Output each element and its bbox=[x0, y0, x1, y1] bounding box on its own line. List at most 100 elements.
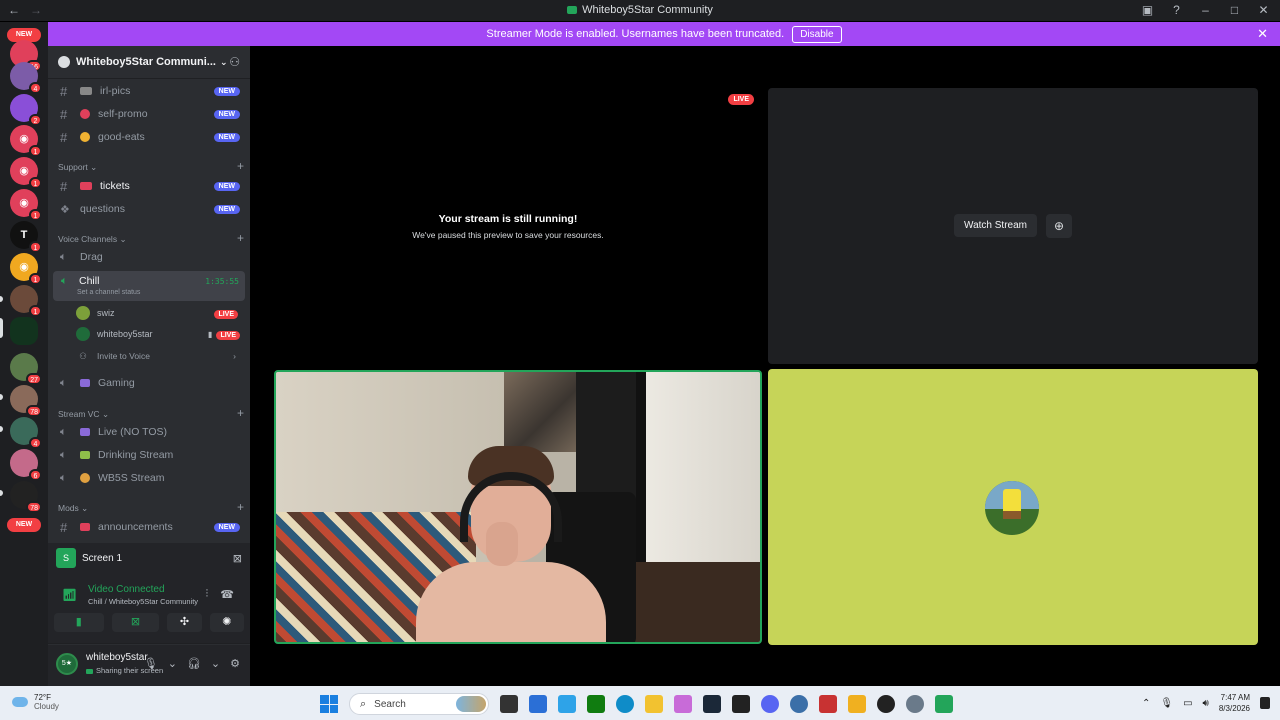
add-channel-icon[interactable]: + bbox=[237, 160, 244, 173]
camera-button[interactable]: ▮ bbox=[54, 613, 104, 632]
category-support[interactable]: Support ⌄ + bbox=[58, 160, 244, 173]
channel-label: Chill bbox=[79, 275, 100, 287]
voice-channel-live-no-tos[interactable]: 🔈︎ Live (NO TOS) bbox=[54, 421, 244, 443]
chevron-down-icon[interactable]: ⌄ bbox=[168, 657, 177, 670]
server-icon[interactable]: T1 bbox=[10, 221, 42, 253]
avatar bbox=[76, 306, 90, 320]
mention-badge: 1 bbox=[29, 305, 42, 317]
server-icon[interactable]: ◉ 1 bbox=[10, 253, 42, 285]
voice-channel-chill[interactable]: 🔈︎ Chill Set a channel status 1:35:55 bbox=[53, 271, 245, 301]
add-member-icon[interactable]: ⚇ bbox=[229, 55, 240, 69]
settings-gear-icon[interactable]: ⚙ bbox=[230, 657, 240, 670]
voice-user-whiteboy5star[interactable]: whiteboy5star ▮ LIVE bbox=[76, 325, 246, 343]
voice-channel-gaming[interactable]: 🔈︎ Gaming bbox=[54, 372, 244, 394]
server-header[interactable]: Whiteboy5Star Communi... ⌄ ⚇ bbox=[48, 46, 250, 79]
close-banner-icon[interactable]: ✕ bbox=[1257, 26, 1268, 42]
app-icon[interactable] bbox=[790, 695, 808, 713]
voice-connection-panel: S Screen 1 ⊠ 📶︎ Video Connected Chill / … bbox=[48, 543, 250, 644]
file-explorer-icon[interactable] bbox=[645, 695, 663, 713]
channel-irl-pics[interactable]: # irl-pics NEW bbox=[54, 80, 244, 102]
participant-avatar-tile[interactable] bbox=[768, 369, 1258, 645]
app-icon[interactable] bbox=[819, 695, 837, 713]
server-icon[interactable]: ◉ 1 bbox=[10, 157, 42, 189]
server-icon[interactable]: 4 bbox=[10, 417, 42, 449]
weather-widget[interactable]: 72°F Cloudy bbox=[12, 693, 59, 711]
notification-icon[interactable] bbox=[1260, 697, 1270, 709]
chevron-up-icon[interactable]: ⌃ bbox=[1142, 698, 1150, 709]
category-voice-channels[interactable]: Voice Channels ⌄ + bbox=[58, 232, 244, 245]
server-icon[interactable]: 27 bbox=[10, 353, 42, 385]
clock[interactable]: 7:47 AM 8/3/2026 bbox=[1219, 692, 1250, 714]
help-icon[interactable]: ? bbox=[1170, 3, 1183, 17]
server-icon-selected[interactable] bbox=[10, 317, 38, 345]
taskbar-search[interactable]: ⌕ Search bbox=[349, 693, 489, 715]
discord-icon[interactable] bbox=[761, 695, 779, 713]
store-icon[interactable] bbox=[558, 695, 576, 713]
channel-questions[interactable]: ❖ questions NEW bbox=[54, 198, 244, 220]
steam-icon[interactable] bbox=[703, 695, 721, 713]
paused-stream-tile[interactable]: LIVE Your stream is still running! We've… bbox=[250, 46, 766, 366]
soundboard-button[interactable]: ✺ bbox=[209, 613, 244, 632]
app-icon[interactable] bbox=[935, 695, 953, 713]
temperature: 72°F bbox=[34, 693, 51, 702]
activities-button[interactable]: ✣ bbox=[167, 613, 202, 632]
channel-good-eats[interactable]: # good-eats NEW bbox=[54, 126, 244, 148]
voice-user-swiz[interactable]: swiz LIVE bbox=[76, 304, 246, 322]
minimize-icon[interactable]: – bbox=[1199, 3, 1212, 17]
signal-icon[interactable]: 📶︎ bbox=[62, 588, 77, 602]
chevron-down-icon[interactable]: ⌄ bbox=[211, 657, 220, 670]
add-channel-icon[interactable]: + bbox=[237, 232, 244, 245]
server-icon[interactable]: ◉ 1 bbox=[10, 125, 42, 157]
server-icon[interactable]: 78 bbox=[10, 385, 42, 417]
new-pill: NEW bbox=[7, 518, 41, 532]
user-avatar[interactable]: 5★ bbox=[56, 653, 78, 675]
server-icon[interactable]: 78 bbox=[10, 481, 42, 513]
disable-button[interactable]: Disable bbox=[792, 25, 842, 43]
voice-channel-wb5s-stream[interactable]: 🔈︎ WB5S Stream bbox=[54, 467, 244, 489]
category-mods[interactable]: Mods ⌄ + bbox=[58, 501, 244, 514]
screen-share-button[interactable]: ⊠ bbox=[111, 613, 160, 632]
channel-self-promo[interactable]: # self-promo NEW bbox=[54, 103, 244, 125]
headphones-icon[interactable]: 🎧︎ bbox=[187, 657, 201, 670]
maximize-icon[interactable]: □ bbox=[1228, 3, 1241, 17]
noise-suppression-icon[interactable]: ⫶ bbox=[206, 588, 209, 601]
app-icon[interactable] bbox=[674, 695, 692, 713]
channel-status[interactable]: Set a channel status bbox=[77, 289, 140, 296]
category-stream-vc[interactable]: Stream VC ⌄ + bbox=[58, 407, 244, 420]
popout-icon[interactable]: ⊕ bbox=[1046, 214, 1072, 238]
epic-games-icon[interactable] bbox=[732, 695, 750, 713]
webcam-video-tile[interactable] bbox=[274, 370, 762, 644]
rockstar-icon[interactable] bbox=[848, 695, 866, 713]
server-icon[interactable]: 1 bbox=[10, 285, 42, 317]
server-icon[interactable]: 4 bbox=[10, 62, 42, 94]
add-channel-icon[interactable]: + bbox=[237, 407, 244, 420]
volume-icon[interactable]: 🔊︎ bbox=[1203, 698, 1209, 709]
server-boost-icon bbox=[58, 56, 70, 68]
watch-stream-button[interactable]: Watch Stream bbox=[954, 214, 1037, 237]
microphone-icon[interactable]: 🎙︎ bbox=[144, 657, 158, 670]
start-icon[interactable] bbox=[320, 695, 338, 713]
close-window-icon[interactable]: ✕ bbox=[1257, 3, 1270, 17]
stop-stream-icon[interactable]: ⊠ bbox=[233, 552, 242, 565]
edge-icon[interactable] bbox=[616, 695, 634, 713]
channel-announcements[interactable]: # announcements NEW bbox=[54, 516, 244, 538]
monitor-icon[interactable]: ▭ bbox=[1183, 698, 1192, 709]
xbox-icon[interactable] bbox=[587, 695, 605, 713]
inbox-icon[interactable]: ▣ bbox=[1141, 3, 1154, 17]
app-icon[interactable] bbox=[877, 695, 895, 713]
server-icon[interactable]: 6 bbox=[10, 449, 42, 481]
mention-badge: 27 bbox=[26, 373, 42, 385]
server-icon[interactable]: ◉ 1 bbox=[10, 189, 42, 221]
disconnect-icon[interactable]: ☎ bbox=[220, 588, 234, 601]
server-icon[interactable]: 2 bbox=[10, 94, 42, 126]
app-icon[interactable] bbox=[529, 695, 547, 713]
screen-share-row[interactable]: S Screen 1 ⊠ bbox=[56, 548, 242, 568]
channel-tickets[interactable]: # tickets NEW bbox=[54, 175, 244, 197]
voice-channel-drag[interactable]: 🔈︎ Drag bbox=[54, 246, 244, 268]
task-view-icon[interactable] bbox=[500, 695, 518, 713]
microphone-icon[interactable]: 🎙︎ bbox=[1160, 698, 1173, 709]
settings-icon[interactable] bbox=[906, 695, 924, 713]
voice-channel-drinking-stream[interactable]: 🔈︎ Drinking Stream bbox=[54, 444, 244, 466]
invite-to-voice[interactable]: ⚇ Invite to Voice › bbox=[76, 347, 246, 365]
add-channel-icon[interactable]: + bbox=[237, 501, 244, 514]
